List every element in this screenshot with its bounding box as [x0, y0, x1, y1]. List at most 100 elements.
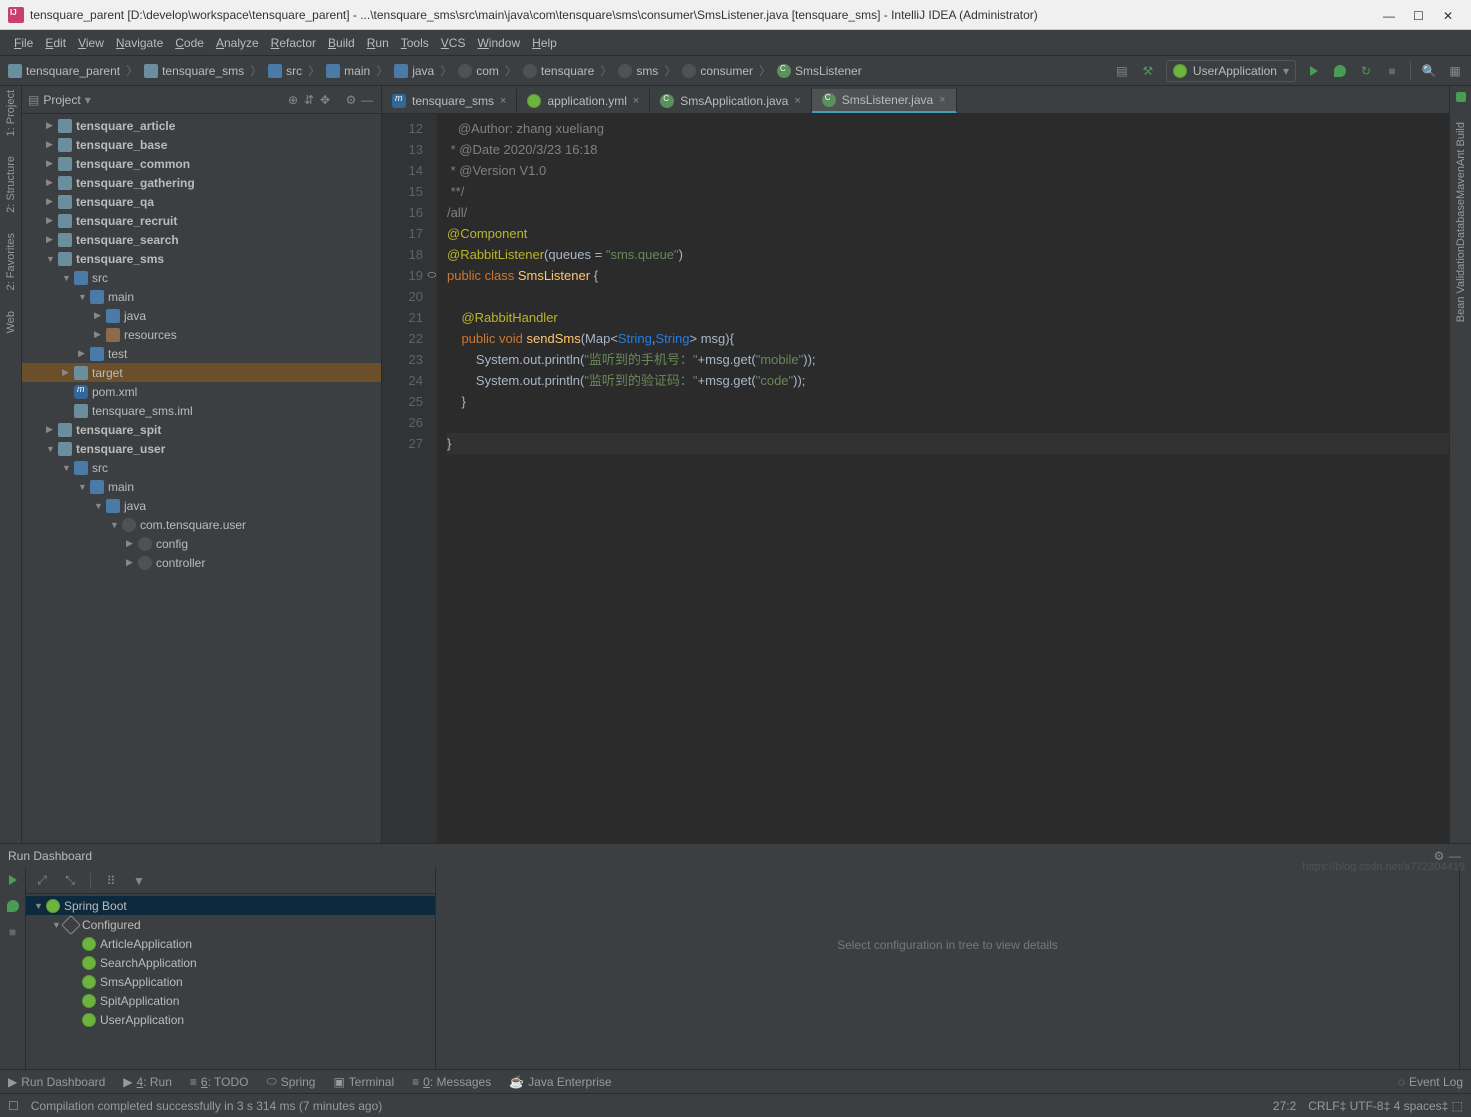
tree-item-controller[interactable]: ▶controller [22, 553, 381, 572]
tree-item-com-tensquare-user[interactable]: ▼com.tensquare.user [22, 515, 381, 534]
crumb-smslistener[interactable]: SmsListener [777, 64, 862, 78]
run-config-selector[interactable]: UserApplication ▾ [1166, 60, 1296, 82]
crumb-src[interactable]: src [268, 64, 302, 78]
dash-configured[interactable]: ▼Configured [26, 915, 435, 934]
filter-icon[interactable]: ▼ [131, 873, 147, 889]
tree-item-test[interactable]: ▶test [22, 344, 381, 363]
close-tab-icon[interactable]: × [633, 95, 639, 107]
crumb-tensquare[interactable]: tensquare [523, 64, 594, 78]
left-tool----favorites[interactable]: 2: Favorites [5, 233, 17, 290]
tree-item-src[interactable]: ▼src [22, 268, 381, 287]
tree-item-tensquare_sms[interactable]: ▼tensquare_sms [22, 249, 381, 268]
bottom-tab-run-dashboard[interactable]: ▶Run Dashboard [8, 1075, 105, 1089]
dashboard-tree[interactable]: ▼Spring Boot▼ConfiguredArticleApplicatio… [26, 894, 435, 1069]
dash-app-spitapplication[interactable]: SpitApplication [26, 991, 435, 1010]
right-tool-bean-validation[interactable]: Bean Validation [1455, 246, 1467, 322]
project-tree[interactable]: ▶tensquare_article▶tensquare_base▶tensqu… [22, 114, 381, 843]
tab-smslistener-java[interactable]: SmsListener.java× [812, 89, 957, 113]
close-tab-icon[interactable]: × [500, 95, 506, 107]
tree-item-tensquare_gathering[interactable]: ▶tensquare_gathering [22, 173, 381, 192]
bottom-tab-4--run[interactable]: ▶4: Run [123, 1075, 172, 1089]
menu-refactor[interactable]: Refactor [265, 36, 322, 50]
dash-app-searchapplication[interactable]: SearchApplication [26, 953, 435, 972]
tree-item-pom-xml[interactable]: pom.xml [22, 382, 381, 401]
stop-button[interactable]: ■ [1384, 63, 1400, 79]
caret-position[interactable]: 27:2 [1273, 1099, 1296, 1113]
editor-tabs[interactable]: tensquare_sms×application.yml×SmsApplica… [382, 86, 1449, 114]
project-structure-button[interactable]: ▦ [1447, 63, 1463, 79]
tree-item-tensquare_common[interactable]: ▶tensquare_common [22, 154, 381, 173]
maximize-button[interactable]: ☐ [1413, 9, 1425, 21]
run-button[interactable] [5, 872, 21, 888]
left-tool----structure[interactable]: 2: Structure [5, 156, 17, 213]
tree-item-tensquare_article[interactable]: ▶tensquare_article [22, 116, 381, 135]
inspection-ok-icon[interactable] [1456, 92, 1466, 102]
group-icon[interactable]: ⠿ [103, 873, 119, 889]
menu-build[interactable]: Build [322, 36, 361, 50]
tree-item-resources[interactable]: ▶resources [22, 325, 381, 344]
tab-tensquare_sms[interactable]: tensquare_sms× [382, 89, 517, 113]
bottom-tab-java-enterprise[interactable]: ☕Java Enterprise [509, 1075, 611, 1089]
coverage-button[interactable]: ↻ [1358, 63, 1374, 79]
crumb-tensquare_parent[interactable]: tensquare_parent [8, 64, 120, 78]
menu-help[interactable]: Help [526, 36, 563, 50]
run-button[interactable] [1306, 63, 1322, 79]
crumb-sms[interactable]: sms [618, 64, 658, 78]
tree-item-tensquare_sms-iml[interactable]: tensquare_sms.iml [22, 401, 381, 420]
tree-item-java[interactable]: ▼java [22, 496, 381, 515]
settings-icon[interactable]: ✥ [317, 92, 333, 108]
tree-item-tensquare_user[interactable]: ▼tensquare_user [22, 439, 381, 458]
right-tool-ant-build[interactable]: Ant Build [1455, 122, 1467, 166]
tree-item-tensquare_base[interactable]: ▶tensquare_base [22, 135, 381, 154]
crumb-java[interactable]: java [394, 64, 434, 78]
menu-vcs[interactable]: VCS [435, 36, 472, 50]
stop-button[interactable]: ■ [5, 924, 21, 940]
menu-window[interactable]: Window [471, 36, 526, 50]
bottom-tab-spring[interactable]: ⬭Spring [267, 1074, 316, 1089]
collapse-all-icon[interactable]: ⤡ [62, 873, 78, 889]
menu-analyze[interactable]: Analyze [210, 36, 265, 50]
dash-app-articleapplication[interactable]: ArticleApplication [26, 934, 435, 953]
target-icon[interactable]: ⊕ [285, 92, 301, 108]
menu-view[interactable]: View [72, 36, 110, 50]
bottom-tab-terminal[interactable]: ▣Terminal [333, 1075, 394, 1089]
close-tab-icon[interactable]: × [939, 94, 945, 106]
right-tool-database[interactable]: Database [1455, 199, 1467, 246]
debug-button[interactable] [5, 898, 21, 914]
hide-button[interactable]: — [1447, 848, 1463, 864]
encoding-info[interactable]: CRLF‡ UTF-8‡ 4 spaces‡ ⬚ [1308, 1099, 1463, 1113]
tree-item-src[interactable]: ▼src [22, 458, 381, 477]
crumb-com[interactable]: com [458, 64, 499, 78]
scrollbar[interactable] [1459, 868, 1471, 1069]
code-content[interactable]: @Author: zhang xueliang * @Date 2020/3/2… [437, 114, 1449, 843]
gear-icon[interactable]: ⚙ [1431, 848, 1447, 864]
left-tool-web[interactable]: Web [5, 311, 17, 333]
collapse-icon[interactable]: ⇵ [301, 92, 317, 108]
menu-edit[interactable]: Edit [39, 36, 72, 50]
crumb-main[interactable]: main [326, 64, 370, 78]
expand-all-icon[interactable]: ⤢ [34, 873, 50, 889]
crumb-tensquare_sms[interactable]: tensquare_sms [144, 64, 244, 78]
gear-icon[interactable]: ⚙ [343, 92, 359, 108]
crumb-consumer[interactable]: consumer [682, 64, 753, 78]
bottom-tab-0--messages[interactable]: ≡0: Messages [412, 1075, 491, 1089]
dash-app-smsapplication[interactable]: SmsApplication [26, 972, 435, 991]
tree-item-target[interactable]: ▶target [22, 363, 381, 382]
menu-file[interactable]: File [8, 36, 39, 50]
right-tool-maven[interactable]: Maven [1455, 166, 1467, 199]
tree-item-tensquare_search[interactable]: ▶tensquare_search [22, 230, 381, 249]
tab-application-yml[interactable]: application.yml× [517, 89, 650, 113]
debug-button[interactable] [1332, 63, 1348, 79]
breadcrumb[interactable]: tensquare_parent〉tensquare_sms〉src〉main〉… [8, 62, 1114, 79]
menu-run[interactable]: Run [361, 36, 395, 50]
close-tab-icon[interactable]: × [794, 95, 800, 107]
layout-icon[interactable]: ▤ [1114, 63, 1130, 79]
dash-app-userapplication[interactable]: UserApplication [26, 1010, 435, 1029]
minimize-button[interactable]: — [1383, 9, 1395, 21]
search-everywhere-button[interactable]: 🔍 [1421, 63, 1437, 79]
tab-smsapplication-java[interactable]: SmsApplication.java× [650, 89, 812, 113]
tree-item-java[interactable]: ▶java [22, 306, 381, 325]
tree-item-main[interactable]: ▼main [22, 287, 381, 306]
dash-root-spring-boot[interactable]: ▼Spring Boot [26, 896, 435, 915]
menu-tools[interactable]: Tools [395, 36, 435, 50]
